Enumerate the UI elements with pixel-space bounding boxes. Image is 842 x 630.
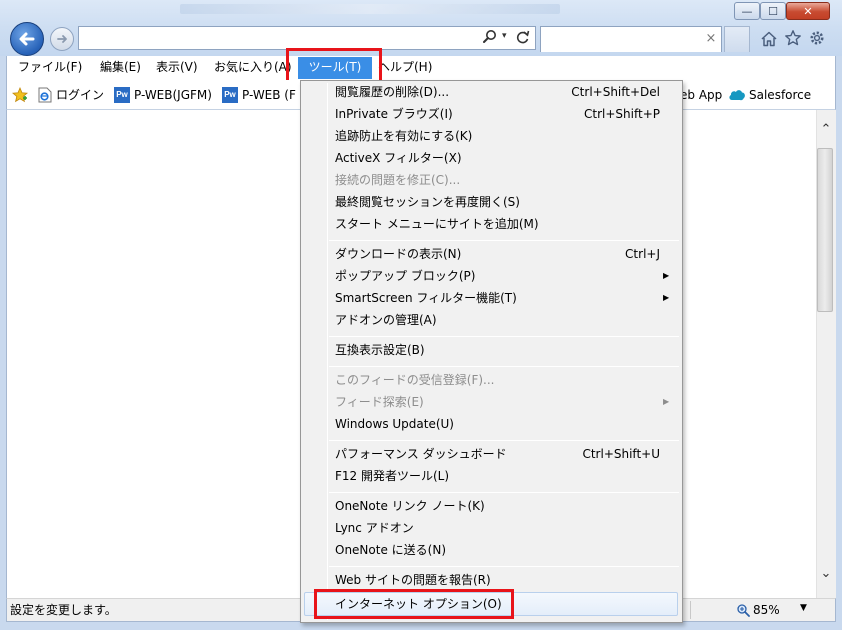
favorite-login[interactable]: ログイン	[38, 86, 104, 104]
tools-menu-callout-frame	[286, 48, 382, 84]
menu-item-smartscreen[interactable]: SmartScreen フィルター機能(T)	[335, 287, 517, 309]
menu-item-performance-dashboard[interactable]: パフォーマンス ダッシュボード	[335, 443, 507, 465]
title-bar-blur	[180, 4, 560, 14]
favorite-salesforce-label: Salesforce	[749, 88, 812, 102]
zoom-dropdown-icon[interactable]: ▼	[800, 603, 807, 613]
ie-page-icon	[38, 87, 52, 103]
salesforce-cloud-icon	[728, 88, 746, 102]
back-arrow-icon	[19, 32, 35, 46]
favorite-web-app-label: eb App	[680, 88, 723, 102]
scroll-thumb[interactable]	[817, 148, 833, 312]
zoom-control[interactable]: 85%	[736, 602, 780, 618]
favorite-salesforce[interactable]: Salesforce	[728, 86, 811, 104]
scroll-up-icon[interactable]: ⌃	[816, 122, 836, 144]
tab-close-icon[interactable]: ×	[704, 31, 718, 46]
menu-item-feed-discovery: フィード探索(E)	[335, 395, 424, 409]
window-bottom-border	[0, 622, 842, 630]
favorite-pweb-jgfm[interactable]: Pw P-WEB(JGFM)	[114, 86, 212, 104]
internet-options-callout-frame	[314, 589, 514, 619]
submenu-arrow-icon: ▶	[663, 271, 670, 280]
new-tab-button[interactable]	[724, 26, 750, 52]
menu-separator	[329, 240, 679, 241]
search-icon[interactable]	[482, 29, 498, 45]
close-window-button[interactable]: ✕	[786, 2, 830, 20]
status-text: 設定を変更します。	[10, 603, 117, 617]
favorite-pweb-f-label: P-WEB (F	[242, 88, 296, 102]
refresh-icon[interactable]	[516, 29, 530, 45]
search-dropdown-icon[interactable]: ▾	[502, 31, 512, 43]
menu-separator	[329, 366, 679, 367]
shortcut-performance-dashboard: Ctrl+Shift+U	[582, 447, 660, 461]
menu-item-downloads[interactable]: ダウンロードの表示(N)	[335, 243, 461, 265]
menu-separator	[329, 336, 679, 337]
menu-item-fix-connection: 接続の問題を修正(C)...	[335, 173, 461, 187]
menu-item-activex-filter[interactable]: ActiveX フィルター(X)	[335, 147, 462, 169]
pw-icon: Pw	[114, 87, 130, 103]
menu-item-tracking-protection[interactable]: 追跡防止を有効にする(K)	[335, 125, 472, 147]
submenu-arrow-icon: ▶	[663, 397, 670, 406]
menu-item-onenote-linked-notes[interactable]: OneNote リンク ノート(K)	[335, 495, 485, 517]
shortcut-inprivate: Ctrl+Shift+P	[584, 107, 660, 121]
back-button[interactable]	[10, 22, 44, 56]
menu-edit[interactable]: 編集(E)	[94, 56, 147, 80]
menu-item-reopen-session[interactable]: 最終閲覧セッションを再度開く(S)	[335, 191, 520, 213]
pw-icon: Pw	[222, 87, 238, 103]
shortcut-downloads: Ctrl+J	[625, 247, 660, 261]
menu-item-manage-addons[interactable]: アドオンの管理(A)	[335, 309, 437, 331]
favorite-pweb-jgfm-label: P-WEB(JGFM)	[134, 88, 212, 102]
favorite-login-label: ログイン	[56, 88, 105, 102]
gear-icon[interactable]	[808, 29, 826, 47]
maximize-button[interactable]: ☐	[760, 2, 786, 20]
menu-file[interactable]: ファイル(F)	[12, 56, 88, 80]
menu-item-delete-history[interactable]: 閲覧履歴の削除(D)...	[335, 81, 449, 103]
menu-item-subscribe-feed: このフィードの受信登録(F)...	[335, 373, 495, 387]
menu-item-inprivate[interactable]: InPrivate ブラウズ(I)	[335, 103, 453, 125]
favorites-star-icon[interactable]	[784, 29, 802, 47]
menu-item-report-website[interactable]: Web サイトの問題を報告(R)	[335, 569, 491, 591]
menu-item-popup-blocker[interactable]: ポップアップ ブロック(P)	[335, 265, 475, 287]
menu-item-lync-addon[interactable]: Lync アドオン	[335, 517, 414, 539]
forward-arrow-icon	[57, 35, 67, 43]
menu-separator	[329, 440, 679, 441]
minimize-button[interactable]: —	[734, 2, 760, 20]
home-icon[interactable]	[760, 30, 778, 48]
add-favorite-star-icon[interactable]	[11, 86, 29, 103]
zoom-magnifier-icon	[736, 603, 750, 617]
active-tab[interactable]	[540, 26, 722, 52]
submenu-arrow-icon: ▶	[663, 293, 670, 302]
menu-item-send-to-onenote[interactable]: OneNote に送る(N)	[335, 539, 446, 561]
menu-separator	[329, 492, 679, 493]
shortcut-delete-history: Ctrl+Shift+Del	[571, 85, 660, 99]
address-input[interactable]	[78, 26, 536, 50]
menu-item-windows-update[interactable]: Windows Update(U)	[335, 413, 454, 435]
menu-item-compat-view[interactable]: 互換表示設定(B)	[335, 339, 425, 361]
menu-icon-gutter	[327, 83, 328, 620]
menu-separator	[329, 566, 679, 567]
favorite-pweb-f[interactable]: Pw P-WEB (F	[222, 86, 296, 104]
scroll-down-icon[interactable]: ⌄	[816, 566, 836, 588]
forward-button[interactable]	[50, 27, 74, 51]
menu-item-add-to-start[interactable]: スタート メニューにサイトを追加(M)	[335, 213, 539, 235]
menu-favorites[interactable]: お気に入り(A)	[208, 56, 298, 80]
zoom-level: 85%	[753, 603, 780, 617]
menu-item-f12-devtools[interactable]: F12 開発者ツール(L)	[335, 465, 449, 487]
status-divider	[690, 601, 691, 619]
menu-view[interactable]: 表示(V)	[150, 56, 204, 80]
favorite-web-app[interactable]: eb App	[680, 86, 722, 104]
